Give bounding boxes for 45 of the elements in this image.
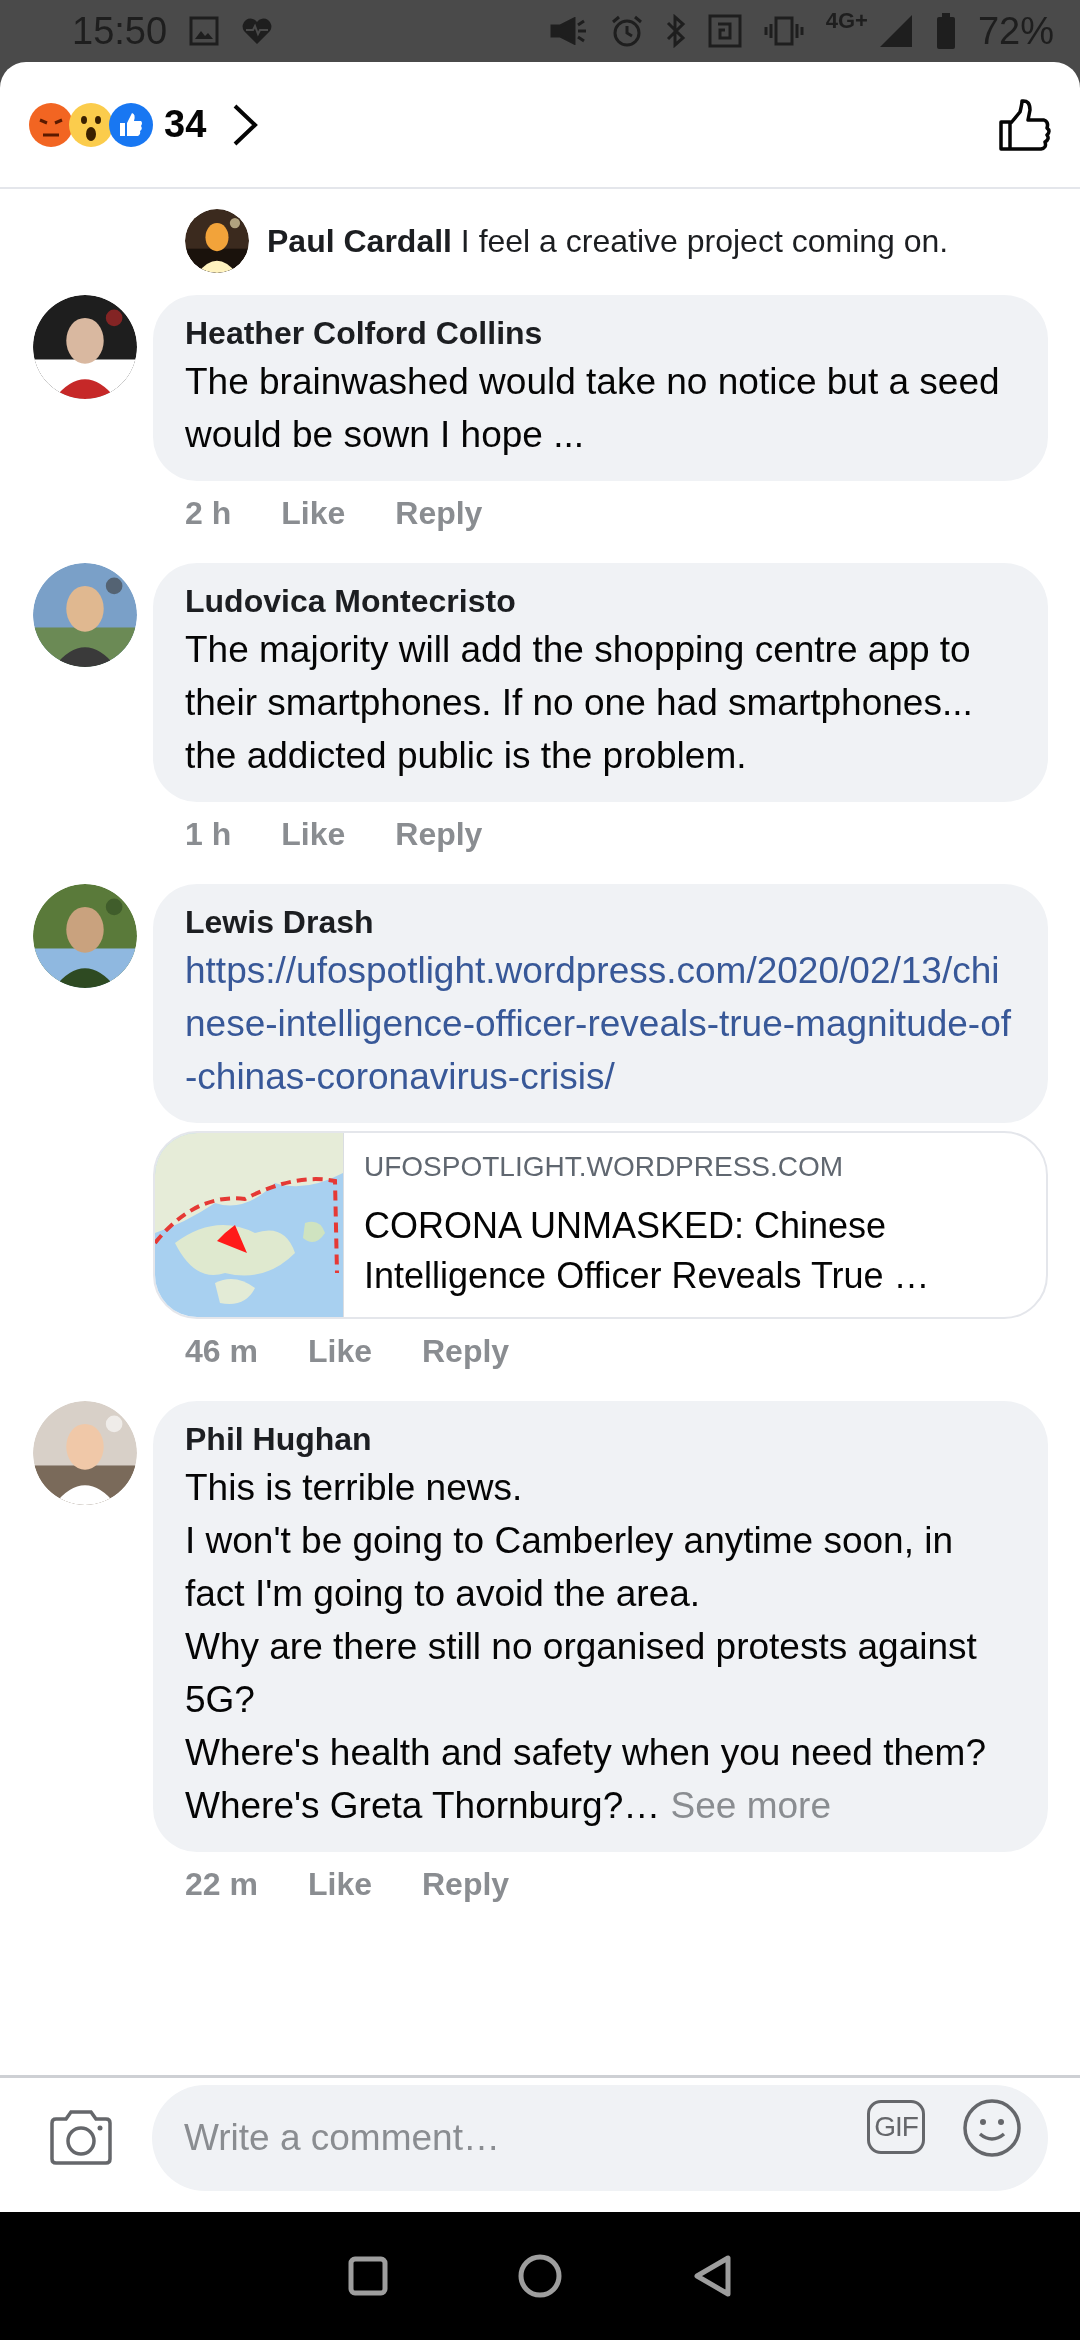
wow-reaction-icon [68,101,114,148]
nfc-icon [707,14,742,48]
back-icon[interactable] [692,2254,732,2298]
like-reaction-icon [108,101,154,148]
heart-icon [241,17,274,45]
camera-icon[interactable] [48,2109,114,2167]
alarm-icon [609,14,644,48]
vibrate-icon [763,16,804,46]
home-icon[interactable] [518,2254,562,2298]
like-link[interactable]: Like [281,491,346,535]
thumbs-up-icon[interactable] [998,97,1052,152]
commenter-name[interactable]: Phil Hughan [185,1417,1016,1461]
see-more-link[interactable]: See more [670,1785,831,1826]
like-link[interactable]: Like [307,1329,372,1373]
url-link[interactable]: https://ufospotlight.wordpress.com/2020/02/13/chinese-intelligence-officer-reveals-true-magnitude-of-chinas-coronavirus-crisis/ [185,944,1016,1103]
reply-link[interactable]: Reply [421,1329,510,1373]
reaction-count[interactable]: 34 [164,103,207,146]
comment-time: 1 h [185,815,232,854]
commenter-name[interactable]: Ludovica Montecristo [185,579,1016,623]
comment-time: 2 h [185,494,232,533]
link-preview-card[interactable]: UFOSPOTLIGHT.WORDPRESS.COM CORONA UNMASKED: Chinese Intelligence Officer Reveals True … [153,1131,1048,1319]
comment-time: 46 m [185,1332,258,1371]
like-link[interactable]: Like [307,1862,372,1906]
gif-button[interactable]: GIF [867,2100,925,2154]
like-link[interactable]: Like [281,812,346,856]
comment-time: 22 m [185,1865,258,1904]
commenter-name[interactable]: Lewis Drash [185,900,1016,944]
emoji-icon[interactable] [962,2098,1022,2158]
reply-preview-text: Paul Cardall I feel a creative project coming on. [267,222,949,260]
comment-text: The majority will add the shopping centre app to their smartphones. If no one had smartphones... the addicted public is the problem. [185,628,974,778]
reply-link[interactable]: Reply [421,1862,510,1906]
chevron-right-icon[interactable] [232,102,259,147]
recent-apps-icon[interactable] [348,2256,388,2296]
gallery-icon [189,16,220,46]
commenter-name[interactable]: Heather Colford Collins [185,311,1016,355]
reply-link[interactable]: Reply [395,812,483,856]
link-title: CORONA UNMASKED: Chinese Intelligence Officer Reveals True … [364,1204,931,1298]
angry-reaction-icon [28,101,74,148]
comment-text: This is terrible news. I won't be going to Camberley anytime soon, in fact I'm going to avoid the area. Why are there still no organised protests against 5G? Where's health and safety when you need them? Where's Greta Thornburg?… See more [185,1466,987,1828]
bluetooth-icon [665,14,686,48]
comment-text: The brainwashed would take no notice but a seed would be sown I hope ... [185,360,1001,457]
reply-link[interactable]: Reply [395,491,483,535]
link-domain: UFOSPOTLIGHT.WORDPRESS.COM [364,1150,845,1184]
megaphone-icon [549,17,588,45]
battery-icon [935,13,956,49]
